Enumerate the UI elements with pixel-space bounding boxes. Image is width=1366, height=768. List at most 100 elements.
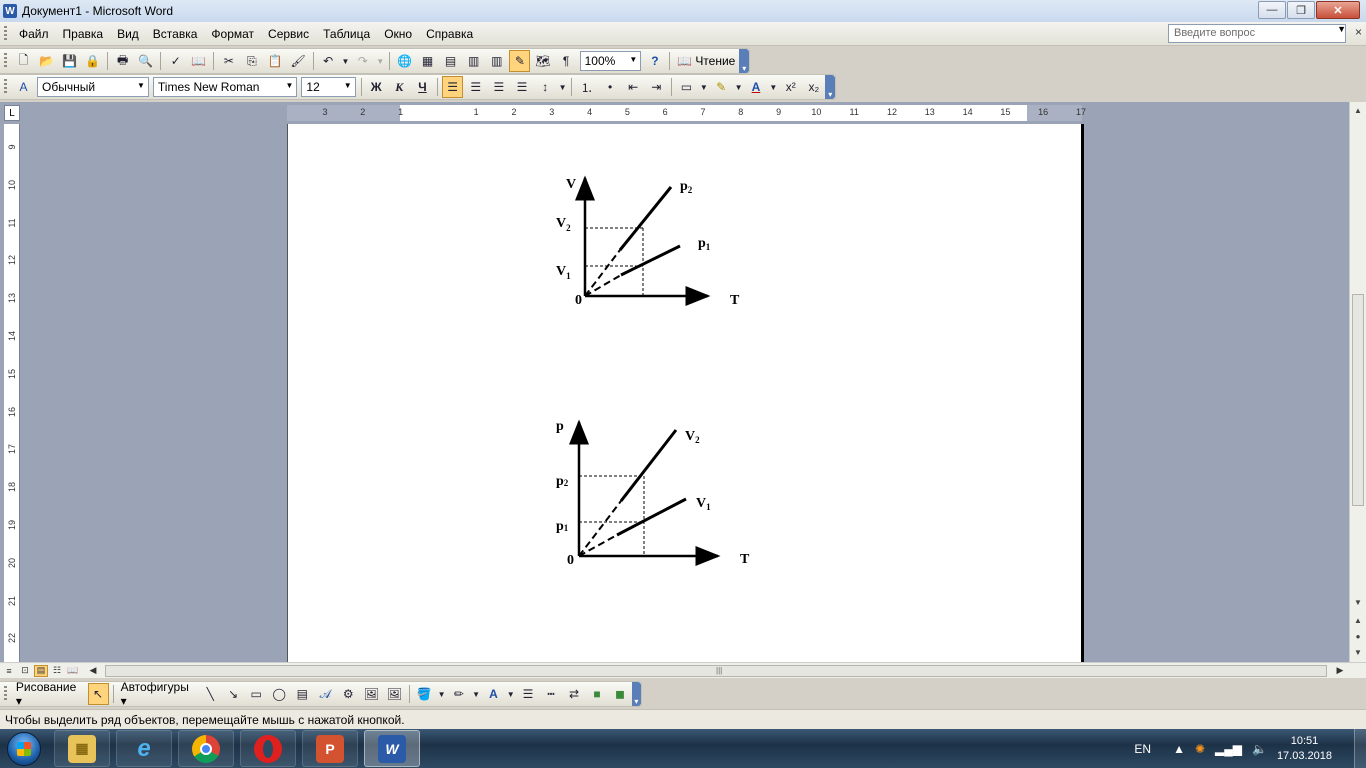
taskbar-explorer[interactable]: ▦ [54,730,110,767]
align-center-icon[interactable]: ☰ [465,76,486,98]
menu-table[interactable]: Таблица [316,25,377,43]
arrow-style-icon[interactable]: ⇄ [564,683,585,705]
font-dropdown-icon[interactable]: ▼ [286,81,294,90]
save-icon[interactable]: 💾 [59,50,80,72]
bullets-icon[interactable]: • [599,76,620,98]
autoshapes-menu-button[interactable]: Автофигуры ▾ [117,680,199,708]
toolbar-options-icon[interactable]: ▾ [739,49,749,73]
menu-window[interactable]: Окно [377,25,419,43]
styles-formatting-icon[interactable]: A [13,76,34,98]
align-left-icon[interactable]: ☰ [441,76,464,98]
document-map-icon[interactable]: 🗺 [532,50,553,72]
hyperlink-icon[interactable]: 🌐 [394,50,415,72]
show-desktop-button[interactable] [1354,729,1366,768]
borders-dropdown-icon[interactable]: ▼ [699,76,709,98]
borders-icon[interactable]: ▭ [676,76,697,98]
fill-color-icon[interactable]: 🪣 [414,683,435,705]
new-document-icon[interactable]: 🗋 [13,50,34,72]
next-page-icon[interactable]: ▼ [1352,646,1364,658]
scroll-right-icon[interactable]: ▶ [1333,665,1347,677]
scroll-left-icon[interactable]: ◀ [86,665,100,677]
paste-icon[interactable]: 📋 [265,50,286,72]
clip-art-icon[interactable]: 🖼 [361,683,382,705]
diagram-icon[interactable]: ⚙ [338,683,359,705]
minimize-button[interactable]: — [1258,1,1286,19]
spelling-icon[interactable]: ✓ [165,50,186,72]
menu-insert[interactable]: Вставка [146,25,205,43]
line-spacing-dropdown-icon[interactable]: ▼ [558,76,568,98]
research-icon[interactable]: 📖 [188,50,209,72]
fill-color-dropdown-icon[interactable]: ▼ [437,683,447,705]
restore-button[interactable]: ❐ [1287,1,1315,19]
word-app-icon[interactable]: W [3,4,17,18]
justify-icon[interactable]: ☰ [511,76,532,98]
horizontal-ruler[interactable]: 3 2 1 1 2 3 4 5 6 7 8 9 10 11 12 13 14 15 16 17 [287,105,1086,121]
oval-tool-icon[interactable]: ◯ [269,683,290,705]
select-objects-icon[interactable]: ↖ [87,683,109,705]
dash-style-icon[interactable]: ┅ [540,683,561,705]
font-select[interactable]: Times New Roman ▼ [152,77,298,97]
format-painter-icon[interactable]: 🖌 [288,50,309,72]
line-spacing-icon[interactable]: ↕ [535,76,556,98]
columns-icon[interactable]: ▥ [486,50,507,72]
underline-button[interactable]: Ч [412,76,433,98]
menu-help[interactable]: Справка [419,25,480,43]
rectangle-tool-icon[interactable]: ▭ [246,683,267,705]
scroll-thumb[interactable] [1352,294,1364,506]
normal-view-icon[interactable]: ≡ [2,665,16,677]
print-preview-icon[interactable]: 🔍 [135,50,156,72]
show-hidden-icons-icon[interactable]: ▲ [1173,742,1185,756]
taskbar-chrome[interactable] [178,730,234,767]
toolbar-options-icon[interactable]: ▾ [825,75,836,99]
vertical-scrollbar[interactable]: ▲ ▼ ▲ ● ▼ [1349,102,1366,662]
language-indicator[interactable]: EN [1134,742,1151,756]
draw-font-color-dropdown-icon[interactable]: ▼ [506,683,516,705]
numbering-icon[interactable]: ⒈ [576,76,597,98]
insert-picture-icon[interactable]: 🖼 [384,683,405,705]
line-color-dropdown-icon[interactable]: ▼ [471,683,481,705]
bold-button[interactable]: Ж [366,76,387,98]
draw-font-color-icon[interactable]: A [483,683,504,705]
wordart-icon[interactable]: 𝒜 [315,683,336,705]
open-folder-icon[interactable]: 📂 [36,50,57,72]
diagram-v-t[interactable]: V T 0 p2 p1 V2 V1 p T 0 V2 V1 p2 p1 [288,124,1085,662]
drawing-toggle-icon[interactable]: ✎ [509,50,531,72]
menu-view[interactable]: Вид [110,25,146,43]
taskbar-ie[interactable]: e [116,730,172,767]
help-icon[interactable]: ? [644,50,665,72]
document-page[interactable]: V T 0 p2 p1 V2 V1 p T 0 V2 V1 p2 p1 [287,124,1084,662]
permission-icon[interactable]: 🔒 [82,50,103,72]
scroll-up-icon[interactable]: ▲ [1352,104,1364,116]
font-size-dropdown-icon[interactable]: ▼ [344,81,352,90]
volume-icon[interactable]: 🔈 [1252,742,1267,756]
redo-icon[interactable]: ↷ [352,50,373,72]
line-color-icon[interactable]: ✏ [448,683,469,705]
toolbar-grip[interactable] [4,686,7,702]
toolbar-grip[interactable] [4,53,7,69]
italic-button[interactable]: К [389,76,410,98]
style-select[interactable]: Обычный ▼ [37,77,149,97]
vertical-ruler[interactable]: 9 10 11 12 13 14 15 16 17 18 19 20 21 22 [4,124,20,662]
style-dropdown-icon[interactable]: ▼ [137,81,145,90]
undo-icon[interactable]: ↶ [318,50,339,72]
highlight-icon[interactable]: ✎ [711,76,732,98]
font-size-select[interactable]: 12 ▼ [301,77,356,97]
subscript-button[interactable]: x₂ [803,76,824,98]
close-button[interactable]: ✕ [1316,1,1360,19]
avast-icon[interactable]: ✺ [1195,742,1205,756]
text-box-icon[interactable]: ▤ [292,683,313,705]
taskbar-word[interactable]: W [364,730,420,767]
3d-style-icon[interactable]: ◼ [610,683,631,705]
help-dropdown-icon[interactable]: ▼ [1337,24,1346,34]
network-icon[interactable]: ▂▄▆ [1215,742,1242,756]
scroll-grip-icon[interactable]: ||| [716,666,722,675]
zoom-select[interactable]: 100% ▼ [579,51,642,71]
shadow-style-icon[interactable]: ■ [587,683,608,705]
reading-view-icon[interactable]: 📖 [66,665,80,677]
reading-mode-button[interactable]: 📖 Чтение [673,54,739,68]
menu-grip[interactable] [4,25,7,42]
tab-selector-icon[interactable]: L [4,105,20,121]
menu-file[interactable]: Файл [12,25,56,43]
clock[interactable]: 10:51 17.03.2018 [1277,734,1332,764]
insert-excel-icon[interactable]: ▥ [463,50,484,72]
